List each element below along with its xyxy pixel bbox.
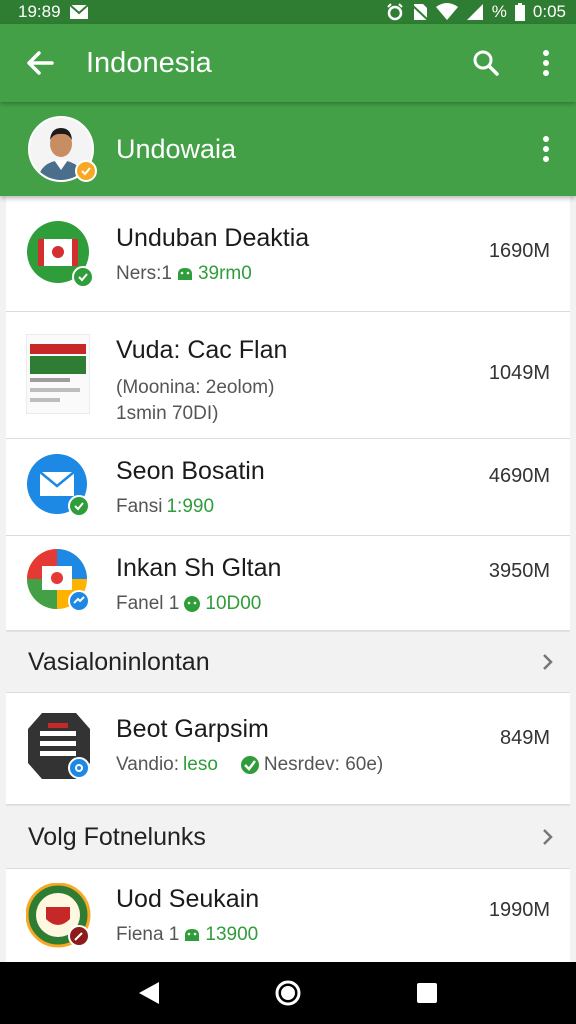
section-header[interactable]: Volg Fotnelunks <box>6 805 570 869</box>
app-icon-flag <box>26 220 96 290</box>
nav-back-button[interactable] <box>119 962 179 1024</box>
check-badge-icon <box>72 266 94 288</box>
section-title: Vasialoninlontan <box>28 647 210 676</box>
list-item-texts: Uod Seukain Fiena 1 13900 <box>116 885 259 946</box>
more-vert-icon <box>543 136 549 162</box>
app-size: 1049M <box>488 362 550 384</box>
app-subtitle: Ners:1 39rm0 <box>116 263 309 285</box>
email-notification-icon <box>68 4 89 20</box>
navigation-bar <box>0 962 576 1024</box>
android-icon <box>185 929 200 941</box>
gear-badge-icon <box>68 757 90 779</box>
android-icon <box>177 268 192 280</box>
square-recents-icon <box>416 983 437 1003</box>
section-header[interactable]: Vasialoninlontan <box>6 631 570 693</box>
list-item-texts: Vuda: Cac Flan (Moonina: 2eolom) 1smin 7… <box>116 336 287 425</box>
version-value: 39rm0 <box>197 263 252 284</box>
version-label: Fansi <box>116 496 163 517</box>
page-title: Indonesia <box>86 46 212 79</box>
version-value: 13900 <box>205 924 259 945</box>
app-list: Unduban Deaktia Ners:1 39rm0 1690M Vuda:… <box>6 196 570 962</box>
app-size: 3950M <box>488 560 550 582</box>
list-item[interactable]: Inkan Sh Gltan Fanel 1 10D00 3950M <box>6 536 570 631</box>
signal-icon <box>466 3 484 21</box>
wifi-icon <box>435 3 458 21</box>
status-clock-right: 0:05 <box>532 2 566 21</box>
app-icon-mail <box>26 453 96 523</box>
status-bar: 19:89 % 0:05 <box>0 0 576 24</box>
overflow-menu-button[interactable] <box>516 24 576 102</box>
version-status: leso <box>183 754 218 775</box>
app-subtitle: Fansi 1:990 <box>116 496 265 518</box>
app-icon-photos <box>26 548 96 618</box>
battery-percent: % <box>491 2 507 21</box>
list-item-texts: Beot Garpsim Vandio: leso Nesrdev: 60e) <box>116 715 383 776</box>
android-icon <box>184 596 201 612</box>
version-label: Fanel 1 <box>116 593 180 614</box>
app-subtitle: (Moonina: 2eolom) <box>116 377 275 398</box>
home-circle-icon <box>275 980 301 1006</box>
list-item-texts: Unduban Deaktia Ners:1 39rm0 <box>116 224 309 285</box>
app-bar: Indonesia <box>0 24 576 102</box>
version-value: 10D00 <box>205 593 262 614</box>
arrow-back-icon <box>27 51 54 75</box>
nav-recents-button[interactable] <box>397 962 457 1024</box>
messenger-badge-icon <box>68 590 90 612</box>
list-item[interactable]: Vuda: Cac Flan (Moonina: 2eolom) 1smin 7… <box>6 312 570 439</box>
app-subtitle-2: 1smin 70DI) <box>116 403 219 424</box>
avatar[interactable] <box>28 116 97 182</box>
nav-home-button[interactable] <box>258 962 318 1024</box>
edit-badge-icon <box>68 925 90 947</box>
app-size: 4690M <box>488 465 550 487</box>
version-label: Fiena 1 <box>116 924 180 945</box>
verified-badge-icon <box>75 160 97 182</box>
search-button[interactable] <box>456 24 516 102</box>
app-title: Seon Bosatin <box>116 457 265 485</box>
no-sim-icon <box>411 3 428 21</box>
list-item[interactable]: Unduban Deaktia Ners:1 39rm0 1690M <box>6 196 570 312</box>
chevron-right-icon <box>543 829 553 845</box>
version-value: Nesrdev: 60e) <box>263 754 384 775</box>
back-button[interactable] <box>0 24 80 102</box>
app-subtitle: Fanel 1 10D00 <box>116 593 281 615</box>
app-size: 1990M <box>488 899 550 921</box>
list-item-texts: Inkan Sh Gltan Fanel 1 10D00 <box>116 554 281 615</box>
app-title: Vuda: Cac Flan <box>116 336 288 364</box>
more-vert-icon <box>543 50 549 76</box>
app-subtitle: Fiena 1 13900 <box>116 924 259 946</box>
check-circle-icon <box>240 756 259 774</box>
list-item[interactable]: Uod Seukain Fiena 1 13900 1990M <box>6 869 570 962</box>
version-label: Vandio: <box>116 754 180 775</box>
version-value: 1:990 <box>166 496 215 517</box>
app-title: Uod Seukain <box>116 885 260 913</box>
app-title: Beot Garpsim <box>116 715 269 743</box>
app-size: 1690M <box>488 240 550 262</box>
search-icon <box>473 50 499 76</box>
alarm-icon <box>386 3 404 21</box>
app-title: Inkan Sh Gltan <box>116 554 282 582</box>
check-badge-icon <box>68 495 90 517</box>
status-time: 19:89 <box>18 2 61 21</box>
list-item[interactable]: Beot Garpsim Vandio: leso Nesrdev: 60e) … <box>6 693 570 805</box>
app-size: 849M <box>499 727 550 749</box>
triangle-back-icon <box>139 982 160 1004</box>
account-name: Undowaia <box>116 133 237 164</box>
app-icon-emblem <box>25 882 96 953</box>
version-label: Ners:1 <box>116 263 172 284</box>
battery-icon <box>514 3 525 21</box>
app-icon-shield <box>26 711 96 781</box>
chevron-right-icon <box>543 654 553 670</box>
list-item[interactable]: Seon Bosatin Fansi 1:990 4690M <box>6 439 570 536</box>
app-icon-document <box>25 333 92 415</box>
account-more-button[interactable] <box>516 102 576 196</box>
app-title: Unduban Deaktia <box>116 224 310 252</box>
account-header[interactable]: Undowaia <box>0 102 576 196</box>
list-item-texts: Seon Bosatin Fansi 1:990 <box>116 457 265 518</box>
app-subtitle: Vandio: leso Nesrdev: 60e) <box>116 754 383 776</box>
section-title: Volg Fotnelunks <box>28 822 206 851</box>
